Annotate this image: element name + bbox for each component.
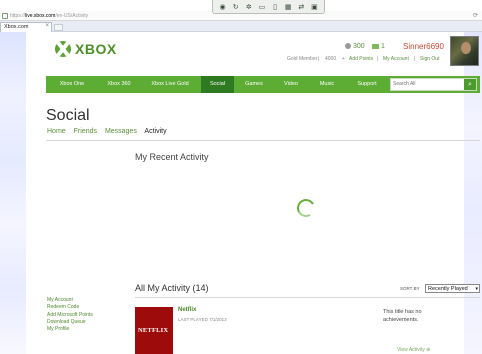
- separator: |: [377, 56, 379, 62]
- link-my-profile[interactable]: My Profile: [47, 326, 93, 333]
- floating-toolbar: ◉ ↻ ✲ ▭ ▯ ▦ ⇄ ▣: [212, 0, 325, 14]
- nav-music[interactable]: Music: [308, 76, 346, 93]
- xbox-logo[interactable]: XBOX: [55, 41, 117, 57]
- recent-activity-heading: My Recent Activity: [135, 152, 209, 162]
- xbox-orb-icon: [55, 41, 71, 57]
- divider: [46, 140, 480, 141]
- message-icon: [372, 43, 379, 49]
- nav-games[interactable]: Games: [234, 76, 274, 93]
- nav-xbox-360[interactable]: Xbox 360: [98, 76, 140, 93]
- separator: |: [414, 56, 416, 62]
- search-box: ⌕: [390, 78, 477, 91]
- grid-icon[interactable]: ▦: [283, 1, 293, 13]
- refresh-icon[interactable]: ⟳: [473, 12, 478, 19]
- sort-select[interactable]: Recently Played ▾: [425, 284, 480, 293]
- side-links: My Account Redeem Code Add Microsoft Poi…: [47, 297, 93, 333]
- netflix-tile[interactable]: NETFLIX: [135, 307, 173, 354]
- record-icon[interactable]: ◉: [218, 1, 228, 13]
- activity-title-link[interactable]: Netflix: [178, 307, 196, 313]
- close-tab-icon[interactable]: ×: [45, 23, 49, 29]
- chat-icon[interactable]: ▭: [257, 1, 267, 13]
- nav-video[interactable]: Video: [274, 76, 308, 93]
- chevron-down-icon: ▾: [475, 286, 478, 292]
- monitor-icon[interactable]: ▯: [270, 1, 280, 13]
- rotate-icon[interactable]: ↻: [231, 1, 241, 13]
- arrow-circle-icon: ⊕: [426, 347, 431, 353]
- sign-out-link[interactable]: Sign Out: [420, 56, 439, 62]
- points-icon: [345, 43, 351, 50]
- transfer-icon[interactable]: ⇄: [296, 1, 306, 13]
- avatar[interactable]: [450, 36, 479, 66]
- new-tab-button[interactable]: [54, 24, 63, 31]
- subnav-friends[interactable]: Friends: [74, 128, 97, 135]
- netflix-logo: NETFLIX: [138, 327, 169, 334]
- left-edge-decor: [0, 32, 26, 354]
- loading-spinner-icon: [294, 196, 318, 220]
- achievements-note: This title has no achievements.: [383, 309, 422, 323]
- page-title: Social: [46, 107, 90, 124]
- add-points-link[interactable]: Add Points: [349, 56, 373, 62]
- page-icon: [2, 12, 8, 19]
- nav-social[interactable]: Social: [201, 76, 234, 93]
- points-counter[interactable]: 300: [345, 43, 365, 50]
- logo-text: XBOX: [75, 41, 117, 57]
- separator: |: [318, 56, 320, 62]
- sort-label: SORT BY: [400, 286, 420, 291]
- main-nav: Xbox One Xbox 360 Xbox Live Gold Social …: [46, 76, 480, 93]
- tab-strip: Xbox.com ×: [0, 21, 482, 32]
- subnav-home[interactable]: Home: [47, 128, 66, 135]
- subnav-messages[interactable]: Messages: [105, 128, 137, 135]
- gamerscore: 4000: [325, 56, 337, 62]
- social-subnav: Home Friends Messages Activity: [47, 128, 173, 135]
- gamertag[interactable]: Sinner6690: [403, 42, 444, 51]
- last-played: LAST PLAYED 7/1/2013: [178, 317, 227, 322]
- messages-counter[interactable]: 1: [372, 43, 385, 50]
- divider: [135, 297, 480, 298]
- tab-xbox[interactable]: Xbox.com ×: [0, 22, 52, 32]
- sort-value: Recently Played: [428, 286, 468, 292]
- nav-xbox-live-gold[interactable]: Xbox Live Gold: [140, 76, 200, 93]
- link-redeem-code[interactable]: Redeem Code: [47, 304, 93, 311]
- window-icon[interactable]: ▣: [309, 1, 319, 13]
- membership-label: Gold Member: [287, 56, 318, 62]
- subnav-activity[interactable]: Activity: [144, 128, 166, 135]
- url-text[interactable]: https://live.xbox.com/en-US/Activity: [10, 13, 88, 19]
- link-download-queue[interactable]: Download Queue: [47, 319, 93, 326]
- settings-icon[interactable]: ✲: [244, 1, 254, 13]
- plus-icon: +: [342, 56, 345, 62]
- my-account-link[interactable]: My Account: [383, 56, 409, 62]
- link-my-account[interactable]: My Account: [47, 297, 93, 304]
- all-activity-heading: All My Activity (14): [135, 283, 209, 293]
- view-activity-link[interactable]: View Activity ⊕: [397, 347, 430, 353]
- search-icon[interactable]: ⌕: [464, 79, 476, 90]
- link-add-points[interactable]: Add Microsoft Points: [47, 312, 93, 319]
- nav-support[interactable]: Support: [346, 76, 388, 93]
- search-input[interactable]: [393, 79, 463, 90]
- nav-xbox-one[interactable]: Xbox One: [46, 76, 98, 93]
- tab-title: Xbox.com: [4, 24, 29, 30]
